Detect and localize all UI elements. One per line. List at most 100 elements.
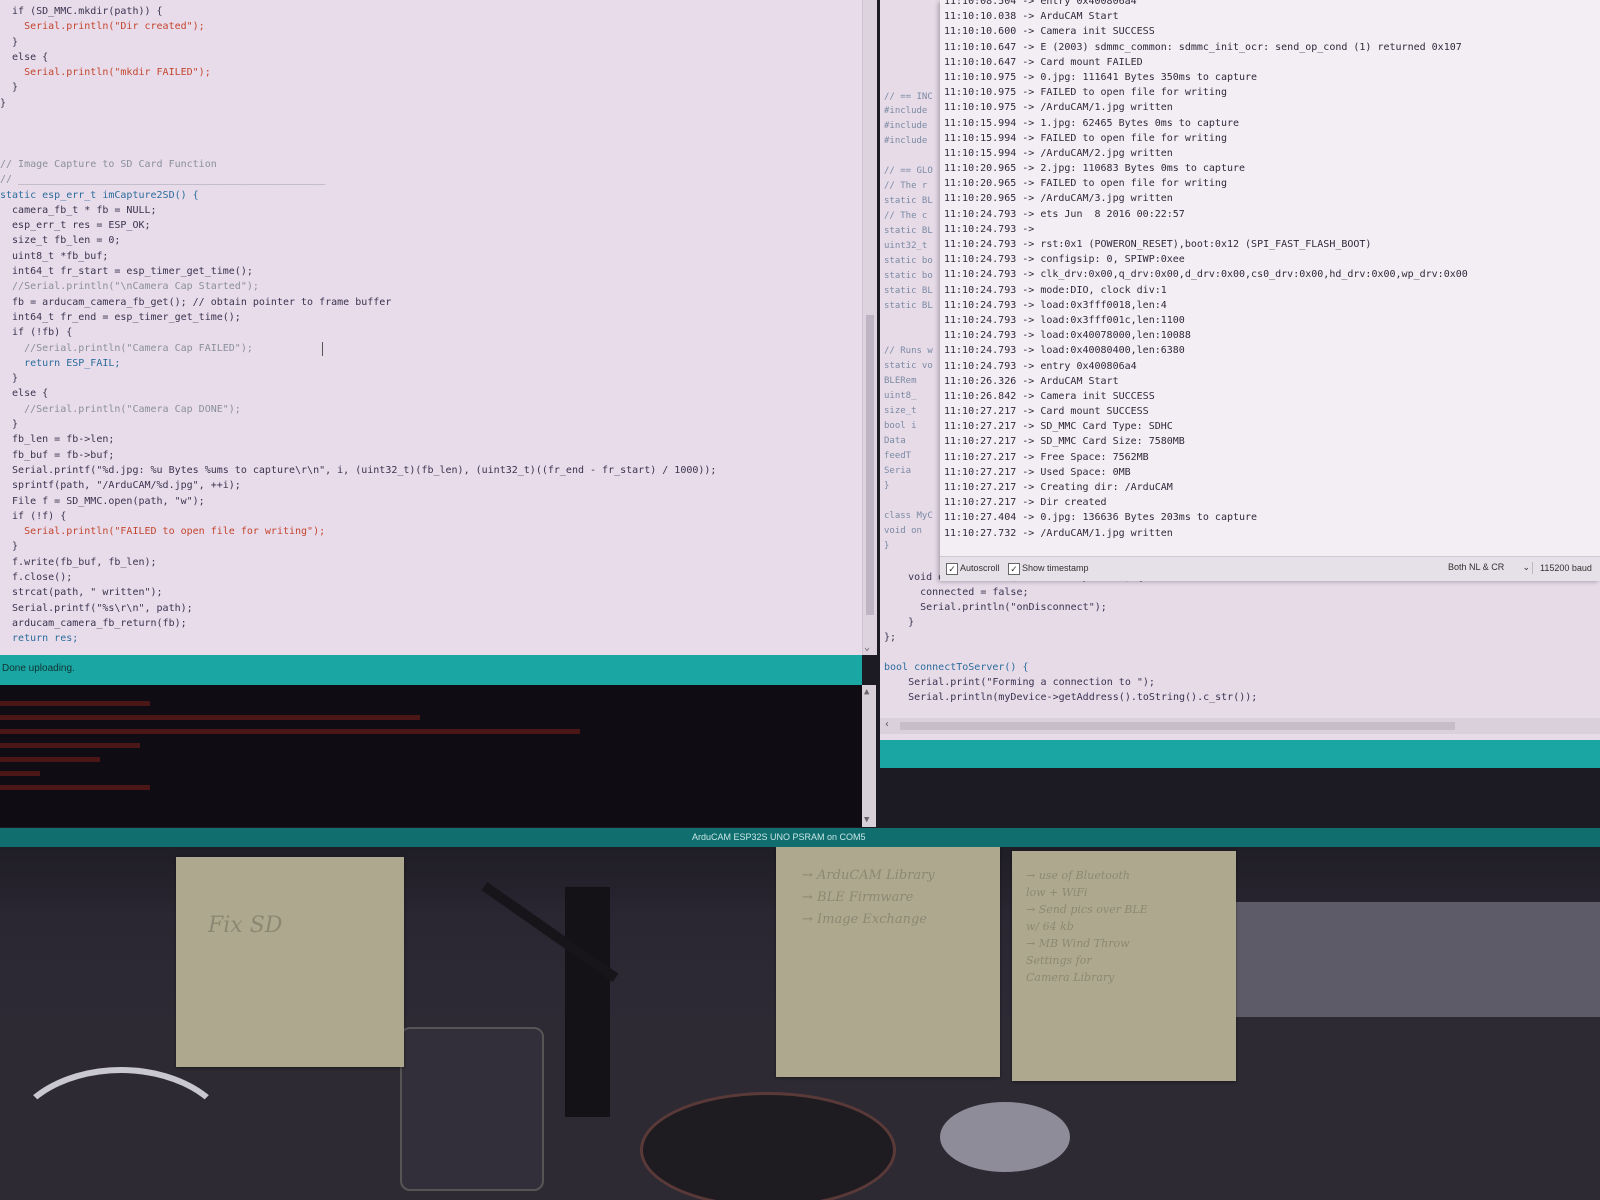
serial-log-line: 11:10:20.965 -> FAILED to open file for … <box>944 178 1227 190</box>
note-line: → BLE Firmware <box>802 890 914 905</box>
sticky-note-right: → use of Bluetooth low + WiFi → Send pics… <box>1012 851 1236 1081</box>
serial-log-line: 11:10:24.793 -> configsip: 0, SPIWP:0xee <box>944 254 1185 266</box>
serial-log-line: 11:10:24.793 -> mode:DIO, clock div:1 <box>944 284 1167 296</box>
serial-log-line: 11:10:24.793 -> clk_drv:0x00,q_drv:0x00,… <box>944 269 1468 281</box>
coaster <box>640 1092 896 1200</box>
code-line: camera_fb_t * fb = NULL; <box>0 204 157 216</box>
scrollbar-thumb[interactable] <box>900 722 1455 730</box>
note-line: → MB Wind Throw <box>1026 937 1130 950</box>
code-fragment: #include <box>884 136 928 146</box>
left-code-text[interactable]: if (SD_MMC.mkdir(path)) { Serial.println… <box>0 4 716 646</box>
note-line: low + WiFi <box>1026 886 1088 899</box>
serial-log-line: 11:10:27.404 -> 0.jpg: 136636 Bytes 203m… <box>944 512 1258 524</box>
code-line: File f = SD_MMC.open(path, "w"); <box>0 495 205 507</box>
serial-log-line: 11:10:10.647 -> Card mount FAILED <box>944 56 1143 68</box>
code-line: f.write(fb_buf, fb_len); <box>0 556 157 568</box>
serial-log-line: 11:10:27.217 -> Creating dir: /ArduCAM <box>944 482 1173 493</box>
code-fragment: BLERem <box>884 376 917 386</box>
glass-cup <box>400 1027 544 1191</box>
code-line: int64_t fr_end = esp_timer_get_time(); <box>0 311 241 323</box>
serial-log-line: 11:10:10.038 -> ArduCAM Start <box>944 11 1119 23</box>
code-fragment: // The c <box>884 211 928 221</box>
code-line: } <box>0 97 7 109</box>
serial-log-line: 11:10:10.647 -> E (2003) sdmmc_common: s… <box>944 41 1462 53</box>
code-line: else { <box>0 51 49 63</box>
code-fragment: static BL <box>884 286 933 296</box>
tape-roll <box>940 1102 1070 1172</box>
code-line: static esp_err_t imCapture2SD() { <box>0 189 199 201</box>
code-fragment: uint8_ <box>884 391 917 401</box>
serial-log-line: 11:10:27.217 -> SD_MMC Card Size: 7580MB <box>944 436 1185 448</box>
serial-log-line: 11:10:24.793 -> load:0x40080400,len:6380 <box>944 345 1185 357</box>
board-port-label: ArduCAM ESP32S UNO PSRAM on COM5 <box>692 832 866 842</box>
scroll-left-icon[interactable]: ‹ <box>884 719 890 730</box>
code-fragment: // Runs w <box>884 346 933 356</box>
console-scrollbar[interactable]: ▲ ▼ <box>862 685 876 827</box>
serial-monitor-toolbar: ✓ Autoscroll ✓ Show timestamp Both NL & … <box>940 556 1600 581</box>
code-line: Serial.printf("%d.jpg: %u Bytes %ums to … <box>0 464 717 476</box>
scroll-down-icon[interactable]: ▼ <box>864 815 869 825</box>
code-fragment: static bo <box>884 271 933 281</box>
code-line: //Serial.println("\nCamera Cap Started")… <box>0 281 259 293</box>
autoscroll-label[interactable]: Autoscroll <box>960 563 1000 573</box>
show-timestamp-label[interactable]: Show timestamp <box>1022 563 1089 573</box>
autoscroll-checkbox[interactable]: ✓ <box>946 563 958 575</box>
status-text: Done uploading. <box>2 663 75 674</box>
text-cursor-icon <box>322 342 325 356</box>
serial-log-line: 11:10:15.994 -> /ArduCAM/2.jpg written <box>944 147 1173 159</box>
serial-monitor-window[interactable]: 11:10:08.504 -> entry 0x400806a4 11:10:10… <box>940 0 1600 581</box>
code-line: Serial.print("Forming a connection to ")… <box>884 677 1155 688</box>
code-line: return ESP_FAIL; <box>0 357 121 369</box>
code-line: int64_t fr_start = esp_timer_get_time(); <box>0 266 253 278</box>
code-line: } <box>0 36 19 48</box>
code-fragment: uint32_t <box>884 241 928 251</box>
show-timestamp-checkbox[interactable]: ✓ <box>1008 563 1020 575</box>
code-line: if (SD_MMC.mkdir(path)) { <box>0 6 163 17</box>
right-editor-hscrollbar[interactable]: ‹ <box>880 718 1600 734</box>
code-line: sprintf(path, "/ArduCAM/%d.jpg", ++i); <box>0 480 241 492</box>
code-line: fb = arducam_camera_fb_get(); // obtain … <box>0 296 392 308</box>
code-line: uint8_t *fb_buf; <box>0 250 109 262</box>
code-line: Serial.println(myDevice->getAddress().to… <box>884 692 1258 703</box>
serial-log-line: 11:10:10.975 -> 0.jpg: 111641 Bytes 350m… <box>944 71 1258 83</box>
code-fragment: // The r <box>884 181 928 191</box>
serial-log-line: 11:10:24.793 -> ets Jun 8 2016 00:22:57 <box>944 208 1185 220</box>
desk-photo-area: Fix SD → ArduCAM Library → BLE Firmware → … <box>0 847 1600 1200</box>
note-line: → Send pics over BLE <box>1026 903 1148 916</box>
serial-log-line: 11:10:24.793 -> load:0x40078000,len:1008… <box>944 330 1191 342</box>
serial-log-line: 11:10:10.975 -> FAILED to open file for … <box>944 87 1227 99</box>
code-line: size_t fb_len = 0; <box>0 235 121 247</box>
left-code-editor[interactable]: if (SD_MMC.mkdir(path)) { Serial.println… <box>0 0 862 655</box>
code-fragment: Seria <box>884 466 912 476</box>
baud-rate-select[interactable]: 115200 baud <box>1540 563 1600 573</box>
lamp-stand <box>565 887 610 1117</box>
note-line: Fix SD <box>208 913 283 938</box>
code-fragment: feedT <box>884 451 912 461</box>
scroll-down-icon[interactable]: ⌄ <box>864 642 870 653</box>
code-fragment: static BL <box>884 226 933 236</box>
code-fragment: static BL <box>884 301 933 311</box>
scroll-up-icon[interactable]: ▲ <box>864 687 869 697</box>
serial-log-line: 11:10:08.504 -> entry 0x400806a4 <box>944 0 1137 7</box>
code-fragment: static BL <box>884 196 933 206</box>
code-line: // _____________________________________… <box>0 174 326 186</box>
serial-log-line: 11:10:27.217 -> Used Space: 0MB <box>944 466 1131 478</box>
serial-log-line: 11:10:27.217 -> SD_MMC Card Type: SDHC <box>944 421 1173 433</box>
code-line: else { <box>0 388 49 400</box>
left-editor-scrollbar[interactable]: ⌄ <box>862 0 877 655</box>
serial-log-line: 11:10:27.217 -> Dir created <box>944 497 1107 509</box>
code-line: f.close(); <box>0 571 73 583</box>
line-ending-select[interactable]: Both NL & CR ⌄ <box>1448 562 1533 574</box>
serial-output: 11:10:08.504 -> entry 0x400806a4 11:10:10… <box>944 0 1468 541</box>
code-line: Serial.println("mkdir FAILED"); <box>0 67 211 79</box>
right-code-text[interactable]: void onDisconnect(BLEClient* pclient) { … <box>884 570 1257 705</box>
serial-log-line: 11:10:20.965 -> 2.jpg: 110683 Bytes 0ms … <box>944 163 1246 175</box>
code-line: fb_len = fb->len; <box>0 434 115 446</box>
serial-log-line: 11:10:10.975 -> /ArduCAM/1.jpg written <box>944 102 1173 114</box>
right-editor-code-fragments: // == INC #include #include #include // == G… <box>880 0 942 560</box>
code-line: Serial.printf("%s\r\n", path); <box>0 602 193 614</box>
scrollbar-thumb[interactable] <box>866 315 874 615</box>
sticky-note-left-text: Fix SD <box>176 857 404 937</box>
